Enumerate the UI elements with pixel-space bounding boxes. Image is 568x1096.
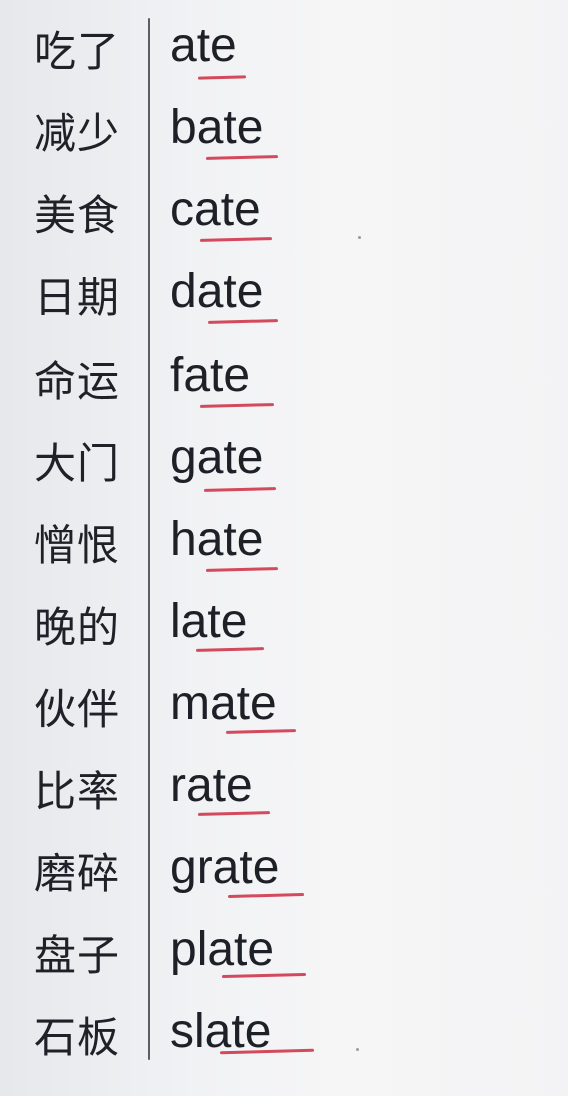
red-underline: [197, 75, 247, 80]
vocab-row-bate: 减少 bate: [0, 96, 568, 178]
chinese-meaning: 盘子: [34, 931, 121, 980]
chinese-meaning: 石板: [34, 1013, 121, 1062]
vocab-row-plate: 盘子 plate: [0, 918, 568, 1000]
chinese-meaning: 美食: [34, 191, 121, 240]
chinese-meaning: 日期: [34, 273, 121, 322]
english-word: mate: [170, 677, 277, 730]
chinese-meaning: 比率: [34, 767, 121, 816]
red-underline: [203, 487, 277, 492]
chinese-meaning: 减少: [34, 109, 121, 158]
english-word: slate: [170, 1005, 272, 1058]
chinese-meaning: 磨碎: [34, 849, 121, 898]
english-word: hate: [170, 513, 264, 566]
vocab-row-ate: 吃了 ate: [0, 14, 568, 96]
chinese-meaning: 吃了: [34, 27, 121, 76]
vocab-row-rate: 比率 rate: [0, 754, 568, 836]
paper-speck: [356, 1048, 359, 1051]
vocab-row-mate: 伙伴 mate: [0, 672, 568, 754]
english-word: rate: [170, 759, 253, 812]
chinese-meaning: 晚的: [34, 603, 121, 652]
vocab-row-hate: 憎恨 hate: [0, 508, 568, 590]
paper-speck: [358, 236, 361, 239]
english-word: cate: [170, 183, 261, 236]
vocab-row-late: 晚的 late: [0, 590, 568, 672]
vocab-row-slate: 石板 slate: [0, 1000, 568, 1082]
chinese-meaning: 憎恨: [34, 521, 121, 570]
english-word: late: [170, 595, 248, 648]
vocabulary-sheet: 吃了 ate 减少 bate 美食 cate 日期 date 命运 fate 大…: [0, 0, 568, 1096]
english-word: plate: [170, 923, 275, 976]
english-word: date: [170, 265, 264, 318]
vocab-row-fate: 命运 fate: [0, 344, 568, 426]
chinese-meaning: 大门: [34, 439, 121, 488]
vocab-row-cate: 美食 cate: [0, 178, 568, 260]
english-word: ate: [170, 19, 237, 72]
english-word: gate: [170, 431, 264, 484]
english-word: bate: [170, 101, 264, 154]
chinese-meaning: 命运: [34, 357, 121, 406]
vocab-row-gate: 大门 gate: [0, 426, 568, 508]
english-word: fate: [170, 349, 251, 402]
vocab-row-date: 日期 date: [0, 260, 568, 342]
chinese-meaning: 伙伴: [34, 685, 121, 734]
vocab-row-grate: 磨碎 grate: [0, 836, 568, 918]
english-word: grate: [170, 841, 280, 894]
